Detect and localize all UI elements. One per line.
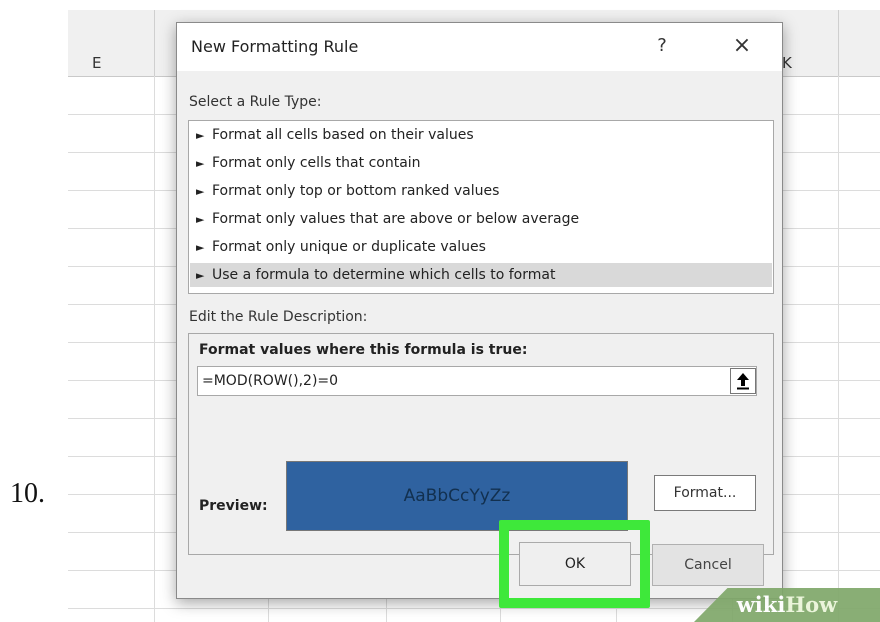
bullet-arrow-icon: ►: [196, 185, 205, 198]
rule-type-item[interactable]: ► Format only top or bottom ranked values: [190, 179, 772, 203]
watermark-wiki: wiki: [736, 592, 786, 617]
bullet-arrow-icon: ►: [196, 269, 205, 282]
rule-type-item[interactable]: ► Format only unique or duplicate values: [190, 235, 772, 259]
rule-type-item[interactable]: ► Format all cells based on their values: [190, 123, 772, 147]
formula-heading: Format values where this formula is true…: [199, 342, 528, 358]
format-button[interactable]: Format...: [654, 475, 756, 511]
new-formatting-rule-dialog: New Formatting Rule ? × Select a Rule Ty…: [176, 22, 783, 599]
column-separator: [154, 10, 155, 76]
upload-arrow-icon[interactable]: [730, 368, 756, 394]
formula-input[interactable]: =MOD(ROW(),2)=0: [197, 366, 757, 396]
bullet-arrow-icon: ►: [196, 157, 205, 170]
edit-rule-description-label: Edit the Rule Description:: [189, 309, 368, 325]
help-button[interactable]: ?: [651, 33, 673, 59]
rule-type-item[interactable]: ► Format only cells that contain: [190, 151, 772, 175]
dialog-title: New Formatting Rule: [191, 37, 359, 56]
grid-line: [154, 76, 155, 622]
rule-description-panel: Format values where this formula is true…: [188, 333, 774, 555]
rule-type-label: Format only values that are above or bel…: [212, 211, 580, 227]
bullet-arrow-icon: ►: [196, 213, 205, 226]
bullet-arrow-icon: ►: [196, 241, 205, 254]
bullet-arrow-icon: ►: [196, 129, 205, 142]
grid-line: [838, 76, 839, 622]
rule-type-label: Use a formula to determine which cells t…: [212, 267, 556, 283]
cancel-button[interactable]: Cancel: [652, 544, 764, 586]
column-letter-e[interactable]: E: [92, 54, 101, 72]
ok-button[interactable]: OK: [519, 542, 631, 586]
preview-label: Preview:: [199, 498, 268, 514]
rule-type-list: ► Format all cells based on their values …: [188, 120, 774, 294]
rule-type-item-selected[interactable]: ► Use a formula to determine which cells …: [190, 263, 772, 287]
rule-type-label: Format only cells that contain: [212, 155, 421, 171]
rule-type-label: Format only unique or duplicate values: [212, 239, 486, 255]
rule-type-label: Format only top or bottom ranked values: [212, 183, 500, 199]
select-rule-type-label: Select a Rule Type:: [189, 94, 322, 110]
dialog-title-bar[interactable]: New Formatting Rule ? ×: [177, 23, 782, 71]
watermark-how: How: [785, 592, 838, 617]
close-button[interactable]: ×: [729, 31, 755, 61]
step-number: 10.: [10, 478, 45, 509]
rule-type-item[interactable]: ► Format only values that are above or be…: [190, 207, 772, 231]
column-separator: [838, 10, 839, 76]
rule-type-label: Format all cells based on their values: [212, 127, 474, 143]
column-letter-k[interactable]: K: [782, 54, 792, 72]
